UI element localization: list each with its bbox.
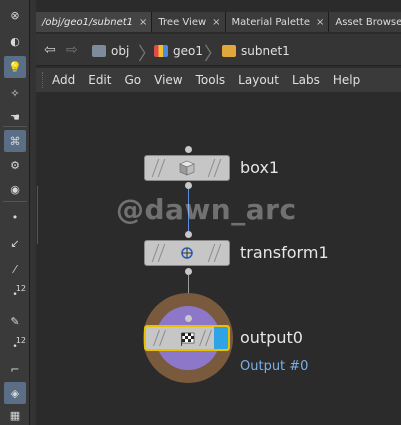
close-icon[interactable]: × <box>139 17 147 28</box>
node-label-box1: box1 <box>240 158 280 177</box>
menu-labs[interactable]: Labs <box>292 73 320 87</box>
back-arrow-icon[interactable]: ⇦ <box>44 42 56 58</box>
measure-2-icon[interactable]: • 12 <box>4 336 26 358</box>
edge-icon[interactable]: ↙ <box>4 232 26 254</box>
network-menu-bar: Add Edit Go View Tools Layout Labs Help <box>36 68 401 92</box>
node-label-transform1: transform1 <box>240 243 329 262</box>
display-flag[interactable] <box>214 327 228 349</box>
tab-asset-browser[interactable]: Asset Browser <box>329 12 401 32</box>
menu-layout[interactable]: Layout <box>238 73 279 87</box>
menu-add[interactable]: Add <box>52 73 75 87</box>
tab-label: Material Palette <box>231 16 310 28</box>
breadcrumb-obj[interactable]: obj <box>92 40 129 62</box>
camera-icon[interactable]: ⚙ <box>4 154 26 176</box>
transform1-output-port[interactable] <box>185 268 192 275</box>
close-icon[interactable]: × <box>212 17 220 28</box>
close-icon[interactable]: ⊗ <box>4 4 26 26</box>
texture-icon[interactable]: ⌘ <box>4 130 26 152</box>
watermark: @dawn_arc <box>116 193 297 226</box>
obj-icon <box>92 45 106 57</box>
crumb-label: subnet1 <box>241 44 290 58</box>
tab-network[interactable]: /obj/geo1/subnet1 × <box>36 12 153 32</box>
node-box1[interactable] <box>144 155 230 181</box>
node-sublabel-output0: Output #0 <box>240 359 309 374</box>
menu-go[interactable]: Go <box>124 73 141 87</box>
menu-help[interactable]: Help <box>333 73 360 87</box>
tab-label: Asset Browser <box>335 16 401 28</box>
tab-tree-view[interactable]: Tree View × <box>152 12 226 32</box>
box1-output-port[interactable] <box>185 182 192 189</box>
checker-icon[interactable]: ▦ <box>4 404 26 425</box>
corner-icon[interactable]: ⌐ <box>4 358 26 380</box>
subnet-icon <box>222 45 236 57</box>
tab-label: Tree View <box>158 16 207 28</box>
measure-icon[interactable]: • 12 <box>4 284 26 306</box>
node-label-output0: output0 <box>240 328 303 347</box>
box1-input-port[interactable] <box>185 146 192 153</box>
tab-label: /obj/geo1/subnet1 <box>42 16 134 28</box>
node-transform1[interactable] <box>144 240 230 266</box>
menu-grip[interactable] <box>42 72 46 88</box>
node-output0[interactable] <box>144 325 230 351</box>
network-canvas[interactable]: box1 transform1 output0 Output #0 <box>38 93 401 425</box>
brush-icon[interactable]: ⁄ <box>4 258 26 280</box>
transform-icon <box>181 247 193 259</box>
hand-icon[interactable]: ☚ <box>4 106 26 128</box>
breadcrumb-subnet1[interactable]: subnet1 <box>222 40 290 62</box>
close-icon[interactable]: × <box>316 17 324 28</box>
breadcrumb-geo1[interactable]: geo1 <box>154 40 203 62</box>
display-icon[interactable]: ◈ <box>4 382 26 404</box>
crumb-label: geo1 <box>173 44 203 58</box>
menu-tools[interactable]: Tools <box>196 73 226 87</box>
menu-edit[interactable]: Edit <box>88 73 111 87</box>
cube-icon <box>179 160 195 176</box>
output0-input-port[interactable] <box>185 315 192 322</box>
tab-material-palette[interactable]: Material Palette × <box>225 12 330 32</box>
forward-arrow-icon[interactable]: ⇨ <box>66 42 78 58</box>
checkered-flag-icon <box>181 332 195 346</box>
paint-icon[interactable]: ✎ <box>4 310 26 332</box>
geo-icon <box>154 45 168 57</box>
sphere-tool-icon[interactable]: ◐ <box>4 30 26 52</box>
point-icon[interactable]: • <box>4 206 26 228</box>
path-bar: ⇦ ⇨ obj 〉 geo1 〉 subnet1 <box>36 34 401 66</box>
crumb-label: obj <box>111 44 130 58</box>
menu-view[interactable]: View <box>154 73 182 87</box>
chevron-right-icon: 〉 <box>204 44 222 65</box>
light-icon[interactable]: 💡 <box>4 56 26 78</box>
spot-light-icon[interactable]: ✧ <box>4 82 26 104</box>
eye-icon[interactable]: ◉ <box>4 178 26 200</box>
pane-tabs: /obj/geo1/subnet1 × Tree View × Material… <box>36 12 401 32</box>
transform1-input-port[interactable] <box>185 231 192 238</box>
shelf-toolbar: ⊗ ◐ 💡 ✧ ☚ ⌘ ⚙ ◉ • ↙ ⁄ • 12 ✎ • 12 ⌐ ◈ ▦ <box>0 0 30 425</box>
